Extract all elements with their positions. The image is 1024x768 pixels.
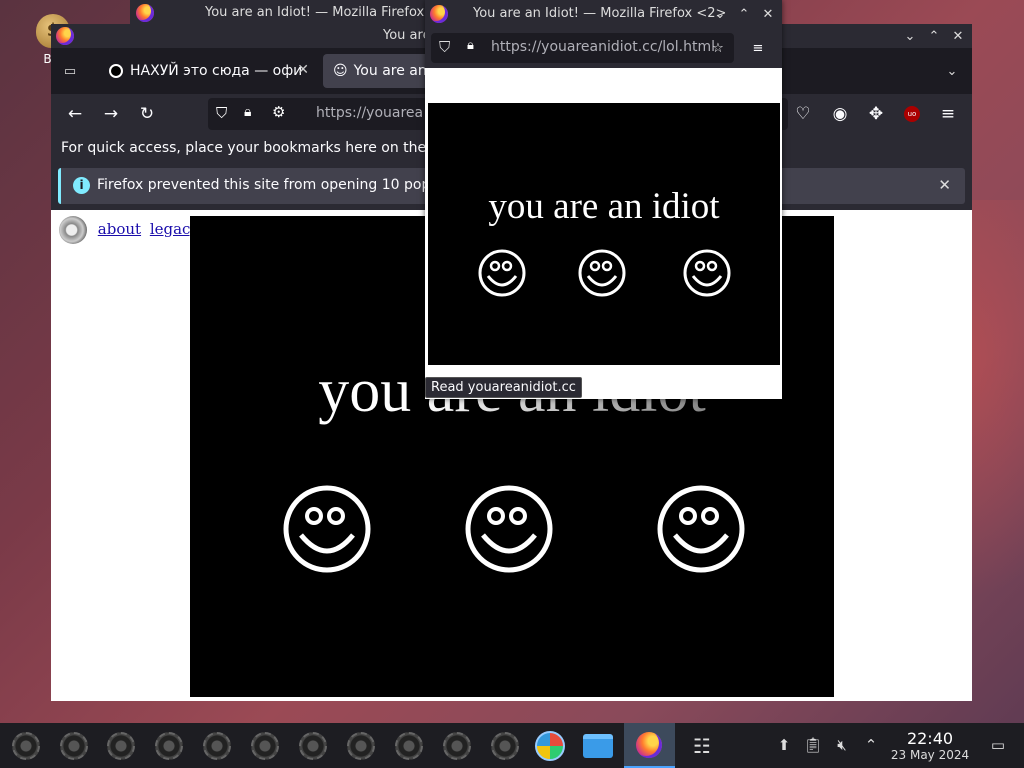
- notification-message: Firefox prevented this site from opening…: [97, 177, 445, 193]
- maximize-button[interactable]: ⌃: [923, 25, 945, 47]
- app-gear-icon: [12, 732, 40, 760]
- close-button[interactable]: ✕: [947, 25, 969, 47]
- close-notification-icon[interactable]: ✕: [938, 176, 951, 194]
- info-icon: i: [73, 177, 90, 194]
- close-button[interactable]: ✕: [757, 3, 779, 25]
- popup-smiley-faces: [478, 249, 731, 297]
- show-hidden-icons-chevron[interactable]: ⌃: [861, 736, 881, 756]
- app-gear-icon: [347, 732, 375, 760]
- clipboard-icon[interactable]: 📋︎: [803, 736, 823, 756]
- url-text: https://youarea: [316, 105, 424, 121]
- clock-time: 22:40: [906, 729, 954, 748]
- ublock-icon[interactable]: uo: [900, 102, 924, 126]
- smiley-face-icon: [465, 485, 553, 573]
- taskbar-firefox-active[interactable]: [624, 723, 675, 768]
- menu-icon[interactable]: ≡: [936, 102, 960, 126]
- app-gear-icon: [443, 732, 471, 760]
- app-gear-icon: [491, 732, 519, 760]
- extensions-icon[interactable]: ✥: [864, 102, 888, 126]
- system-clock[interactable]: 22:40 23 May 2024: [888, 729, 972, 762]
- background-browser-window[interactable]: You are an Idiot! — Mozilla Firefox: [130, 0, 430, 26]
- app-gear-icon: [155, 732, 183, 760]
- app-gear-icon: [395, 732, 423, 760]
- smiley-face-icon: [683, 249, 731, 297]
- taskbar-app-9[interactable]: [393, 730, 425, 762]
- tab-label: You are an: [353, 63, 427, 79]
- taskbar-app-4[interactable]: [153, 730, 185, 762]
- shield-icon[interactable]: ⛉: [216, 104, 227, 122]
- show-desktop-icon[interactable]: ▭: [988, 736, 1008, 756]
- bookmarks-hint: For quick access, place your bookmarks h…: [61, 140, 449, 156]
- minimize-button[interactable]: ⌄: [899, 25, 921, 47]
- popup-animation-stage[interactable]: you are an idiot: [428, 103, 780, 365]
- lock-icon[interactable]: 🔒︎: [244, 104, 251, 120]
- smiley-favicon-icon: ☺: [333, 63, 348, 79]
- shield-icon[interactable]: ⛉: [439, 38, 450, 56]
- minimize-button[interactable]: ⌄: [709, 3, 731, 25]
- taskbar-app-2[interactable]: [58, 730, 90, 762]
- popup-title: You are an Idiot! — Mozilla Firefox <2>: [473, 6, 727, 21]
- reload-button[interactable]: ↻: [135, 102, 159, 126]
- taskbar-app-8[interactable]: [345, 730, 377, 762]
- speaker-icon[interactable]: [59, 216, 87, 244]
- window-title: You are: [383, 28, 431, 43]
- firefox-icon: [430, 5, 448, 23]
- tab-1[interactable]: НАХУЙ это сюда — офи ✕: [99, 54, 317, 88]
- app-gear-icon: [60, 732, 88, 760]
- popup-titlebar[interactable]: You are an Idiot! — Mozilla Firefox <2> …: [425, 0, 782, 28]
- taskbar-app-1[interactable]: [10, 730, 42, 762]
- mixer-settings-icon[interactable]: ☷: [686, 730, 718, 762]
- app-gear-icon: [107, 732, 135, 760]
- update-icon[interactable]: ⬆: [774, 736, 794, 756]
- app-gear-icon: [203, 732, 231, 760]
- close-tab-icon[interactable]: ✕: [297, 62, 309, 78]
- popup-address-bar: ⛉ 🔒︎ https://youareanidiot.cc/lol.html ☆…: [425, 28, 782, 68]
- volume-muted-icon[interactable]: 🔇︎: [832, 736, 852, 756]
- firefox-view-icon[interactable]: ▭: [59, 60, 81, 82]
- forward-button[interactable]: →: [99, 102, 123, 126]
- file-manager-icon[interactable]: [582, 730, 614, 762]
- taskbar-app-11[interactable]: [489, 730, 521, 762]
- popup-url-text: https://youareanidiot.cc/lol.html: [491, 39, 715, 55]
- taskbar-app-10[interactable]: [441, 730, 473, 762]
- maximize-button[interactable]: ⌃: [733, 3, 755, 25]
- smiley-face-icon: [283, 485, 371, 573]
- about-link[interactable]: about: [98, 220, 141, 238]
- bookmark-star-icon[interactable]: ☆: [707, 37, 729, 59]
- taskbar-app-5[interactable]: [201, 730, 233, 762]
- smiley-face-icon: [478, 249, 526, 297]
- firefox-icon: [136, 4, 154, 22]
- firefox-icon: [56, 27, 74, 45]
- back-button[interactable]: ←: [63, 102, 87, 126]
- tab-label: НАХУЙ это сюда — офи: [130, 63, 303, 79]
- site-favicon-icon: [109, 64, 123, 78]
- menu-icon[interactable]: ≡: [747, 37, 769, 59]
- list-all-tabs-icon[interactable]: ⌄: [941, 60, 963, 82]
- link-status-tooltip: Read youareanidiot.cc: [425, 377, 582, 398]
- tab-2-active[interactable]: ☺ You are an: [323, 54, 433, 88]
- popup-browser-window[interactable]: You are an Idiot! — Mozilla Firefox <2> …: [425, 0, 782, 399]
- popup-url-bar[interactable]: ⛉ 🔒︎ https://youareanidiot.cc/lol.html: [431, 33, 734, 63]
- taskbar-app-3[interactable]: [105, 730, 137, 762]
- window-title: You are an Idiot! — Mozilla Firefox: [205, 5, 425, 20]
- clock-date: 23 May 2024: [890, 748, 970, 762]
- app-gear-icon: [251, 732, 279, 760]
- smiley-face-icon: [657, 485, 745, 573]
- account-icon[interactable]: ◉: [828, 102, 852, 126]
- app-gear-icon: [299, 732, 327, 760]
- windows-start-icon[interactable]: [534, 730, 566, 762]
- taskbar-app-6[interactable]: [249, 730, 281, 762]
- lock-icon[interactable]: 🔒︎: [467, 38, 474, 53]
- smiley-face-icon: [578, 249, 626, 297]
- permissions-icon[interactable]: ⚙: [272, 103, 285, 121]
- firefox-icon: [636, 732, 662, 758]
- taskbar: ☷ ⬆ 📋︎ 🔇︎ ⌃ 22:40 23 May 2024 ▭: [0, 723, 1024, 768]
- pocket-icon[interactable]: ♡: [791, 102, 815, 126]
- taskbar-app-7[interactable]: [297, 730, 329, 762]
